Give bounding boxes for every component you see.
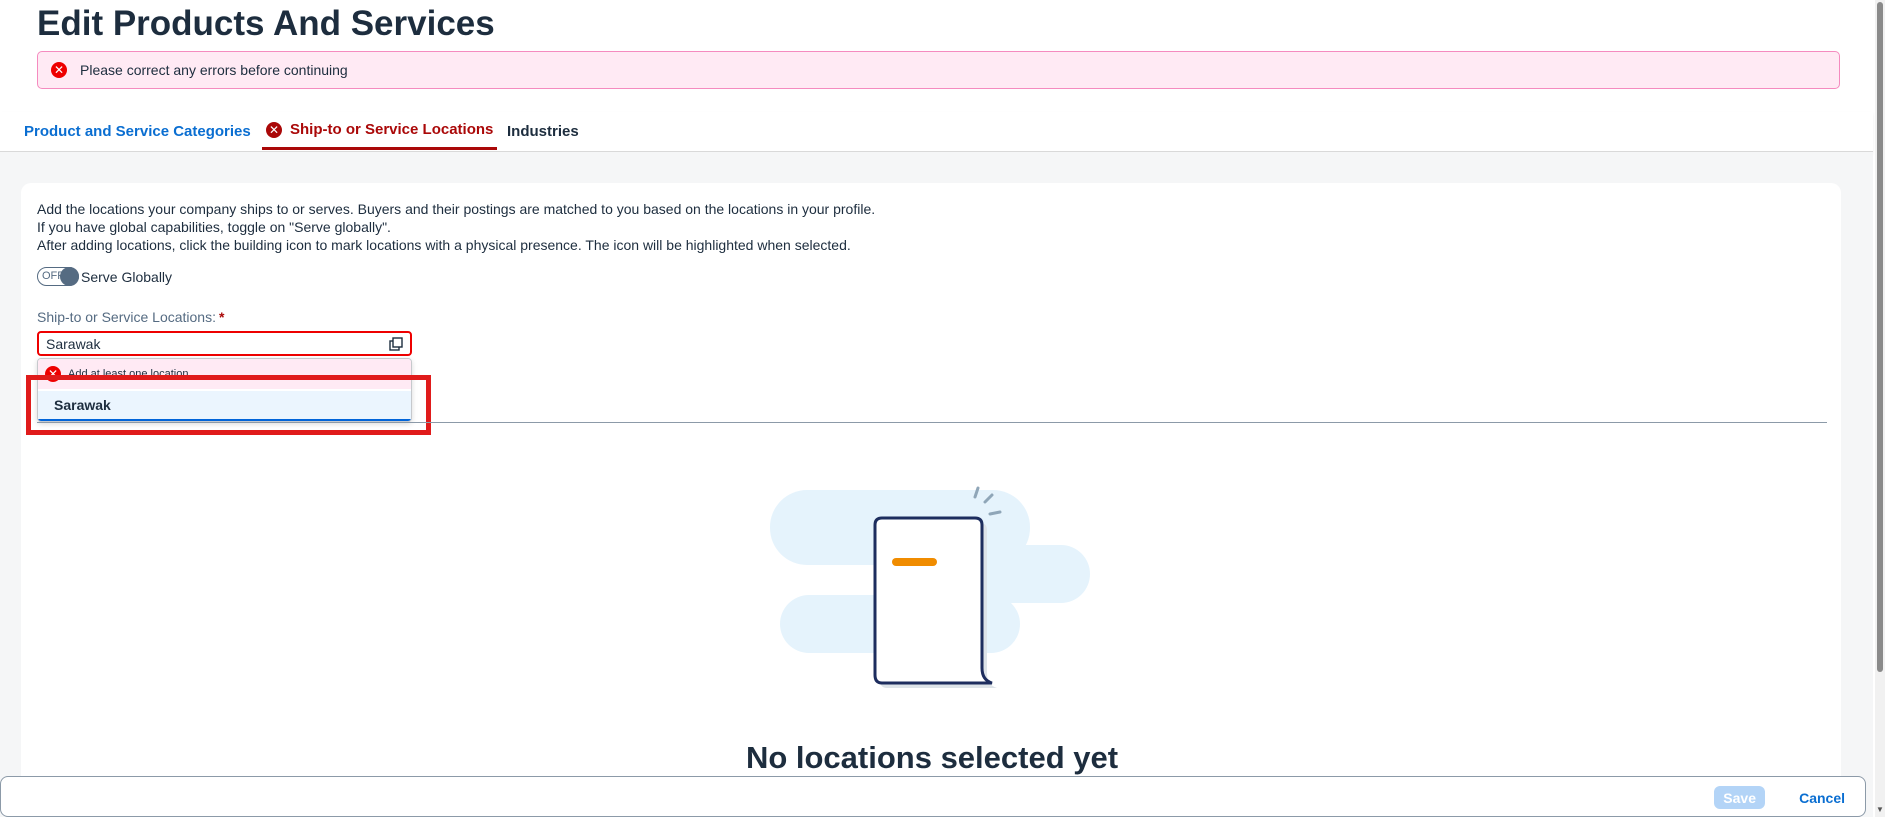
error-icon: ✕ bbox=[266, 121, 282, 138]
error-message-strip: ✕ Please correct any errors before conti… bbox=[37, 51, 1840, 89]
instruction-line: Add the locations your company ships to … bbox=[37, 201, 876, 217]
tab-label: Product and Service Categories bbox=[24, 122, 251, 140]
tab-ship-to-service-locations[interactable]: ✕ Ship-to or Service Locations bbox=[262, 112, 498, 150]
tab-label: Ship-to or Service Locations bbox=[290, 121, 494, 138]
locations-input-wrapper bbox=[37, 331, 412, 356]
suggestion-label: Sarawak bbox=[54, 397, 111, 413]
serve-globally-switch[interactable]: OFF bbox=[37, 267, 79, 286]
tab-bar: Product and Service Categories ✕ Ship-to… bbox=[0, 112, 1873, 152]
instructions: Add the locations your company ships to … bbox=[37, 200, 875, 254]
tab-industries[interactable]: Industries bbox=[507, 112, 579, 150]
divider bbox=[37, 422, 1827, 423]
cancel-button[interactable]: Cancel bbox=[1793, 786, 1851, 809]
scrollbar-thumb[interactable] bbox=[1877, 2, 1883, 672]
page-title: Edit Products And Services bbox=[37, 4, 495, 43]
instruction-line: After adding locations, click the buildi… bbox=[37, 237, 851, 253]
empty-state-title: No locations selected yet bbox=[745, 740, 1119, 775]
footer-toolbar: Save Cancel bbox=[0, 776, 1866, 817]
field-error-message: ✕ Add at least one location bbox=[38, 359, 411, 389]
locations-input[interactable] bbox=[39, 335, 366, 352]
save-button[interactable]: Save bbox=[1714, 786, 1765, 809]
switch-knob bbox=[60, 267, 79, 286]
instruction-line: If you have global capabilities, toggle … bbox=[37, 219, 391, 235]
empty-state-illustration bbox=[770, 486, 1090, 688]
field-error-text: Add at least one location bbox=[68, 368, 189, 380]
scroll-down-arrow-icon[interactable]: ▼ bbox=[1876, 805, 1884, 814]
error-message: Please correct any errors before continu… bbox=[80, 62, 348, 78]
tab-product-service-categories[interactable]: Product and Service Categories bbox=[24, 112, 251, 150]
error-icon: ✕ bbox=[51, 62, 67, 78]
serve-globally-label: Serve Globally bbox=[81, 268, 173, 285]
serve-globally-row: OFF Serve Globally bbox=[37, 267, 172, 286]
required-indicator: * bbox=[218, 309, 225, 325]
label-text: Ship-to or Service Locations: bbox=[37, 309, 216, 325]
value-help-icon[interactable] bbox=[388, 336, 404, 352]
suggestions-popover: ✕ Add at least one location Sarawak bbox=[37, 358, 412, 422]
suggestion-item[interactable]: Sarawak bbox=[38, 391, 411, 421]
locations-field-label: Ship-to or Service Locations: * bbox=[37, 309, 224, 325]
tab-label: Industries bbox=[507, 122, 579, 140]
error-icon: ✕ bbox=[45, 366, 61, 382]
